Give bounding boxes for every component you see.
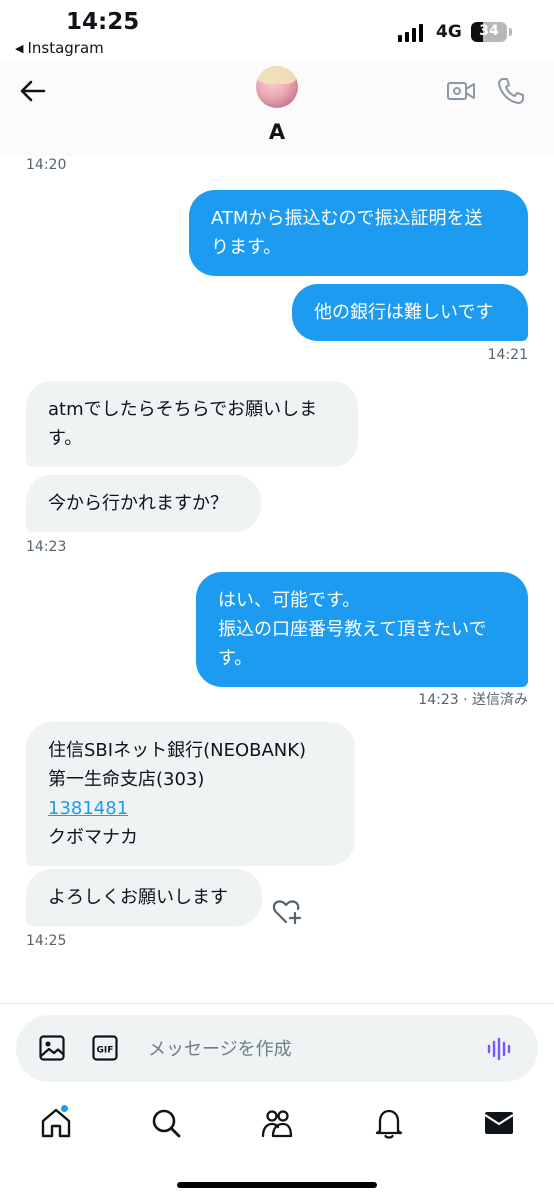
message-text: ATMから振込むので振込証明を送 [211, 208, 483, 229]
received-message[interactable]: atmでしたらそちらでお願いしま す。 [26, 381, 358, 467]
message-text: 住信SBIネット銀行(NEOBANK) [48, 740, 307, 761]
received-message[interactable]: よろしくお願いします [26, 869, 262, 926]
message-text: 今から行かれますか？ [48, 493, 228, 514]
message-text: す。 [218, 648, 253, 669]
messages-icon[interactable] [482, 1106, 516, 1140]
back-triangle-icon: ◀ [15, 41, 24, 55]
notifications-icon[interactable] [372, 1106, 406, 1140]
back-app-label: Instagram [27, 39, 104, 57]
home-notification-dot [60, 1104, 69, 1113]
message-text: はい、可能です。 [218, 590, 361, 611]
home-indicator [177, 1182, 377, 1188]
message-timestamp: 14:21 [487, 347, 528, 363]
message-composer: GIF [16, 1015, 538, 1082]
received-message[interactable]: 住信SBIネット銀行(NEOBANK) 第一生命支店(303) 1381481 … [26, 722, 355, 866]
battery-tip [509, 28, 512, 36]
received-message[interactable]: 今から行かれますか？ [26, 475, 261, 532]
status-time: 14:25 [66, 9, 140, 35]
message-text: よろしくお願いします [48, 887, 228, 908]
gif-icon[interactable]: GIF [92, 1035, 118, 1061]
account-number-link[interactable]: 1381481 [48, 794, 333, 823]
back-to-app-button[interactable]: ◀ Instagram [15, 39, 104, 57]
arrow-left-icon[interactable] [16, 74, 50, 108]
signal-icon [398, 24, 423, 42]
message-text: す。 [48, 428, 83, 449]
battery-icon: 34 [471, 22, 507, 42]
search-icon[interactable] [149, 1106, 183, 1140]
add-reaction-icon[interactable] [272, 897, 302, 925]
sent-message[interactable]: 他の銀行は難しいです [292, 284, 528, 341]
message-timestamp: 14:23 [26, 539, 67, 555]
voice-message-icon[interactable] [486, 1035, 514, 1063]
message-text: クボマナカ [48, 827, 138, 848]
video-call-icon[interactable] [444, 74, 478, 108]
divider [0, 1003, 554, 1004]
message-timestamp: 14:20 [26, 157, 67, 173]
battery-percent: 34 [479, 23, 499, 39]
sent-message[interactable]: ATMから振込むので振込証明を送 ります。 [189, 190, 528, 276]
message-timestamp: 14:25 [26, 933, 67, 949]
message-status: 14:23 · 送信済み [418, 692, 528, 708]
message-text: ります。 [211, 237, 282, 258]
phone-icon[interactable] [494, 74, 528, 108]
message-input[interactable] [148, 1029, 468, 1069]
message-text: 他の銀行は難しいです [314, 302, 494, 323]
message-text: 振込の口座番号教えて頂きたいで [218, 619, 487, 640]
communities-icon[interactable] [260, 1106, 294, 1140]
network-type: 4G [436, 22, 462, 42]
image-icon[interactable] [38, 1034, 66, 1062]
contact-name[interactable]: A [0, 120, 554, 144]
message-text: atmでしたらそちらでお願いしま [48, 399, 318, 420]
avatar[interactable] [256, 66, 298, 108]
sent-message[interactable]: はい、可能です。 振込の口座番号教えて頂きたいで す。 [196, 572, 528, 687]
conversation-header: A [0, 60, 554, 156]
svg-text:GIF: GIF [97, 1046, 114, 1056]
message-text: 第一生命支店(303) [48, 769, 205, 790]
